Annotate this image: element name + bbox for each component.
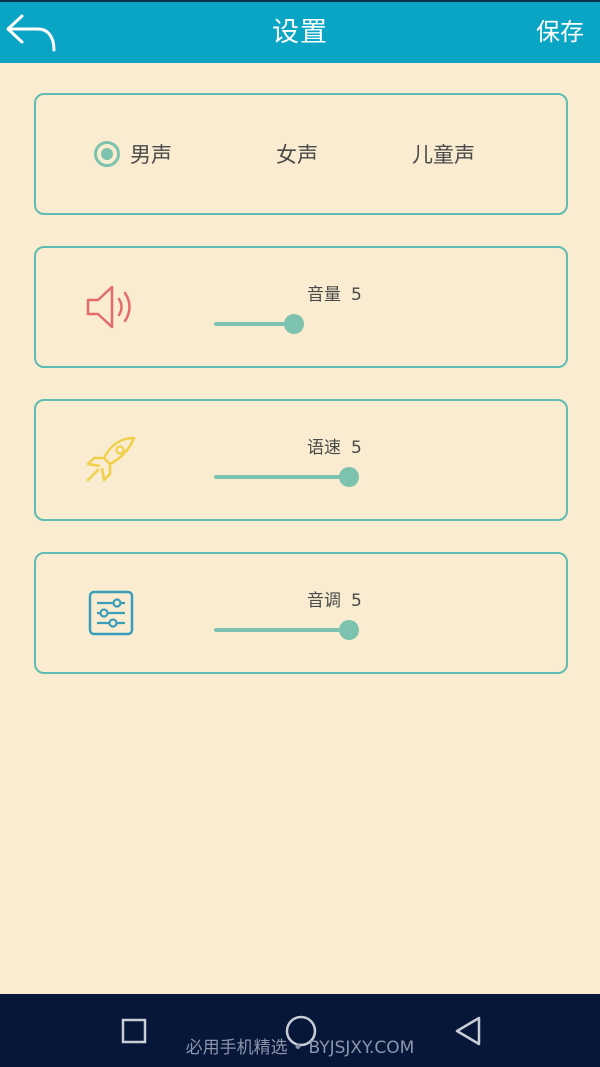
slider-fill [214,322,294,326]
volume-value: 5 [351,285,362,305]
square-icon [121,1018,147,1044]
circle-icon [285,1015,317,1047]
speed-label: 语速 5 [307,438,362,458]
slider-thumb[interactable] [284,314,304,334]
pitch-label: 音调 5 [307,591,362,611]
system-nav-bar [0,994,600,1067]
triangle-back-icon [455,1016,481,1046]
slider-thumb[interactable] [339,467,359,487]
speed-card: 语速 5 [34,399,568,521]
save-button[interactable]: 保存 [536,2,584,63]
rocket-icon [86,436,136,482]
equalizer-icon [88,590,134,636]
slider-fill [214,628,349,632]
speed-slider[interactable] [214,467,359,487]
pitch-slider[interactable] [214,620,359,640]
volume-label: 音量 5 [307,285,362,305]
slider-fill [214,475,349,479]
home-button[interactable] [276,1006,326,1056]
volume-card: 音量 5 [34,246,568,368]
back-nav-button[interactable] [443,1006,493,1056]
recents-button[interactable] [109,1006,159,1056]
voice-option-male[interactable]: 男声 [94,95,172,213]
speaker-icon [86,285,131,329]
pitch-value: 5 [351,591,362,611]
voice-option-child[interactable]: 儿童声 [412,95,475,213]
app-header: 设置 保存 [0,0,600,63]
slider-thumb[interactable] [339,620,359,640]
volume-slider[interactable] [214,314,359,334]
voice-option-female[interactable]: 女声 [276,95,318,213]
voice-option-label: 儿童声 [412,143,475,167]
radio-selected-icon [94,141,120,167]
voice-type-card: 男声 女声 儿童声 [34,93,568,215]
voice-option-label: 男声 [130,143,172,167]
voice-option-label: 女声 [276,143,318,167]
pitch-card: 音调 5 [34,552,568,674]
page-title: 设置 [272,17,328,48]
speed-value: 5 [351,438,362,458]
